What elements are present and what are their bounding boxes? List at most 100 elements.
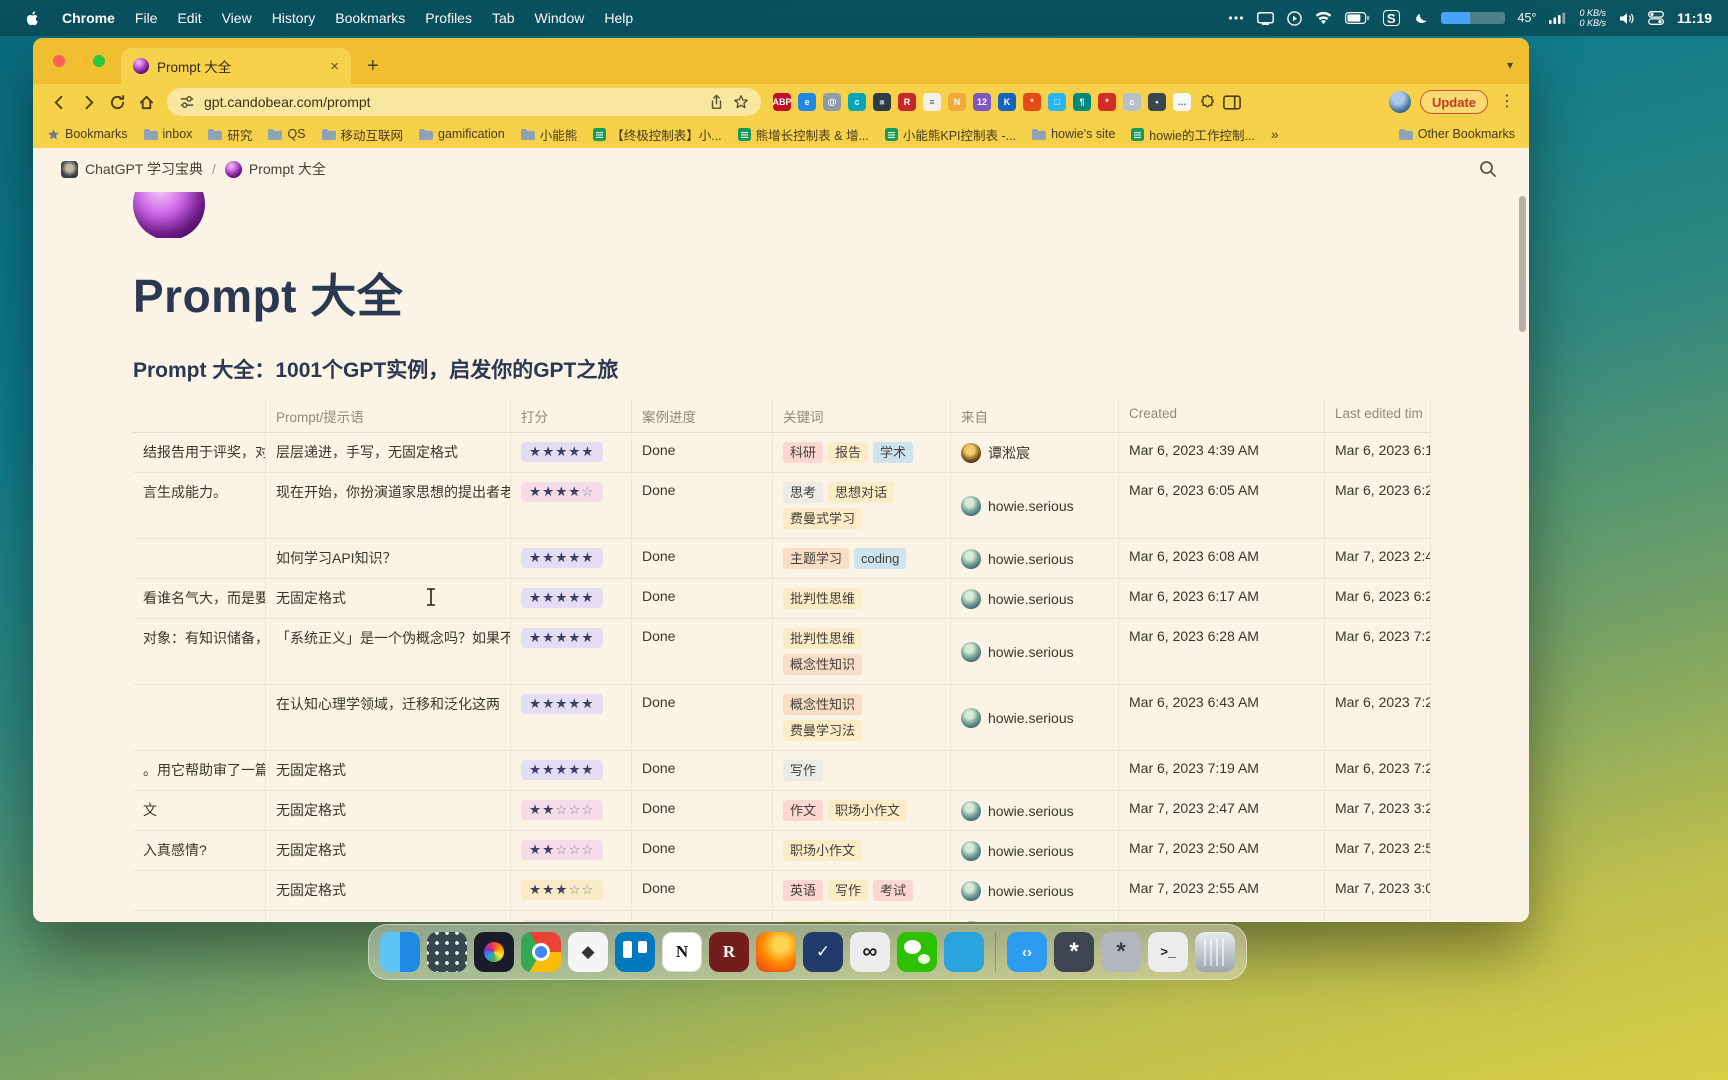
extension-teal-tag-icon[interactable]: ¶ [1073, 93, 1091, 111]
address-bar[interactable]: gpt.candobear.com/prompt [167, 88, 761, 116]
bookmark-item[interactable]: 熊增长控制表 & 增... [738, 125, 869, 144]
dock-sketch-icon[interactable]: ◆ [568, 932, 608, 972]
extension-globe-icon[interactable]: e [798, 93, 816, 111]
table-row[interactable]: 入真感情?无固定格式★★☆☆☆Done职场小作文howie.seriousMar… [133, 831, 1431, 871]
zoom-window-button[interactable] [93, 55, 105, 67]
breadcrumb-current[interactable]: Prompt 大全 [225, 159, 326, 179]
reload-button[interactable] [103, 94, 132, 111]
extension-readwise-icon[interactable]: R [898, 93, 916, 111]
bookmark-item[interactable]: gamification [419, 127, 505, 141]
breadcrumb-root[interactable]: ChatGPT 学习宝典 [61, 159, 203, 179]
other-bookmarks-folder[interactable]: Other Bookmarks [1399, 127, 1515, 141]
column-header[interactable]: 关键词 [773, 400, 951, 433]
close-window-button[interactable] [53, 55, 65, 67]
column-header[interactable]: 打分 [511, 400, 632, 433]
menu-chrome[interactable]: Chrome [52, 10, 125, 26]
menu-file[interactable]: File [125, 10, 168, 26]
bookmark-star-icon[interactable] [733, 94, 749, 110]
wifi-icon[interactable] [1315, 12, 1332, 25]
dock-terminal-icon[interactable]: >_ [1148, 932, 1188, 972]
extension-cloud-gray-icon[interactable]: c [1123, 93, 1141, 111]
table-row[interactable]: 在认知心理学领域，迁移和泛化这两★★★★★Done概念性知识费曼学习法howie… [133, 685, 1431, 751]
extension-mail-at-icon[interactable]: @ [823, 93, 841, 111]
bookmark-item[interactable]: 小能熊 [521, 125, 578, 144]
play-status-icon[interactable] [1287, 11, 1302, 26]
extension-teal-c-icon[interactable]: c [848, 93, 866, 111]
share-icon[interactable] [709, 94, 724, 110]
control-center-icon[interactable] [1648, 11, 1664, 25]
extension-lastpass-icon[interactable]: * [1098, 93, 1116, 111]
extension-puzzle-icon[interactable] [1198, 93, 1216, 111]
bookmark-item[interactable]: howie的工作控制... [1131, 125, 1255, 144]
dock-loop-icon[interactable]: ∞ [850, 932, 890, 972]
dock-readwise-icon[interactable]: R [709, 932, 749, 972]
browser-tab[interactable]: Prompt 大全 × [121, 48, 351, 84]
extension-panel-icon[interactable] [1223, 93, 1241, 111]
extension-media-dark-icon[interactable]: ■ [873, 93, 891, 111]
dock-finder-icon[interactable] [380, 932, 420, 972]
bookmark-item[interactable]: Bookmarks [47, 127, 128, 141]
table-row[interactable]: 言生成能力。现在开始，你扮演道家思想的提出者老★★★★☆Done思考思想对话费曼… [133, 473, 1431, 539]
cellular-bars-icon[interactable] [1549, 12, 1566, 24]
table-row[interactable]: 。用它帮助审了一篇无固定格式★★★★★Done写作Mar 6, 2023 7:1… [133, 751, 1431, 791]
volume-icon[interactable] [1619, 12, 1635, 25]
table-row[interactable]: 8岁小孩无固定格式★★★★☆Done费曼学习法howie.seriousMar … [133, 911, 1431, 922]
page-scrollbar[interactable] [1519, 196, 1526, 332]
menu-edit[interactable]: Edit [167, 10, 211, 26]
extension-flame-icon[interactable]: * [1023, 93, 1041, 111]
menu-help[interactable]: Help [594, 10, 643, 26]
table-row[interactable]: 文无固定格式★★☆☆☆Done作文职场小作文howie.seriousMar 7… [133, 791, 1431, 831]
column-header[interactable]: Last edited tim [1325, 400, 1431, 433]
display-mirror-icon[interactable] [1257, 12, 1274, 25]
dock-launchpad-icon[interactable] [427, 932, 467, 972]
dock-firefox-icon[interactable] [756, 932, 796, 972]
update-button[interactable]: Update [1420, 90, 1488, 114]
home-button[interactable] [132, 94, 161, 111]
page-icon[interactable] [133, 192, 211, 238]
menu-bookmarks[interactable]: Bookmarks [325, 10, 415, 26]
battery-icon[interactable] [1345, 12, 1370, 24]
column-header[interactable] [133, 400, 266, 433]
bookmark-item[interactable]: 移动互联网 [322, 125, 404, 144]
more-status-icon[interactable] [1228, 15, 1244, 21]
extension-adblock-icon[interactable]: ABP [773, 93, 791, 111]
apple-menu-icon[interactable] [16, 10, 50, 27]
back-button[interactable] [45, 94, 74, 111]
focus-moon-icon[interactable] [1413, 11, 1428, 26]
extension-lock-dark-icon[interactable]: • [1148, 93, 1166, 111]
dock-vscode-icon[interactable]: ‹› [1007, 932, 1047, 972]
bookmark-item[interactable]: QS [268, 127, 305, 141]
extension-k-blue-icon[interactable]: K [998, 93, 1016, 111]
network-speed[interactable]: 0 KB/s 0 KB/s [1579, 8, 1606, 28]
menu-tab[interactable]: Tab [482, 10, 525, 26]
dock-things-icon[interactable]: ✓ [803, 932, 843, 972]
profile-avatar[interactable] [1389, 91, 1411, 113]
dock-notion-icon[interactable]: N [662, 932, 702, 972]
new-tab-button[interactable]: + [367, 56, 379, 76]
column-header[interactable]: Prompt/提示语 [266, 400, 511, 433]
dock-chrome-icon[interactable] [521, 932, 561, 972]
dock-bluebird-icon[interactable] [944, 932, 984, 972]
tab-close-icon[interactable]: × [330, 58, 339, 75]
menu-history[interactable]: History [262, 10, 326, 26]
bookmark-item[interactable]: 研究 [208, 125, 252, 144]
minimize-window-button[interactable] [73, 55, 85, 67]
column-header[interactable]: 来自 [951, 400, 1119, 433]
table-row[interactable]: 如何学习API知识？★★★★★Done主题学习codinghowie.serio… [133, 539, 1431, 579]
s-app-status-icon[interactable]: S [1383, 10, 1400, 26]
dock-trash-icon[interactable] [1195, 932, 1235, 972]
table-row[interactable]: 对象：有知识储备，「系统正义」是一个伪概念吗？如果不★★★★★Done批判性思维… [133, 619, 1431, 685]
bookmark-item[interactable]: inbox [144, 127, 193, 141]
dock-gear-gray-icon[interactable]: * [1101, 932, 1141, 972]
extension-chat-white-icon[interactable]: … [1173, 93, 1191, 111]
menu-view[interactable]: View [212, 10, 262, 26]
extension-grid-12-icon[interactable]: 12 [973, 93, 991, 111]
bookmarks-overflow-chevron[interactable]: » [1271, 126, 1279, 142]
menu-profiles[interactable]: Profiles [415, 10, 482, 26]
extension-reader-icon[interactable]: ≡ [923, 93, 941, 111]
extension-sky-square-icon[interactable]: □ [1048, 93, 1066, 111]
dock-photos-icon[interactable] [474, 932, 514, 972]
extension-notes-amber-icon[interactable]: N [948, 93, 966, 111]
tab-search-chevron-icon[interactable]: ▾ [1507, 58, 1513, 72]
bookmark-item[interactable]: 小能熊KPI控制表 -... [885, 125, 1016, 144]
